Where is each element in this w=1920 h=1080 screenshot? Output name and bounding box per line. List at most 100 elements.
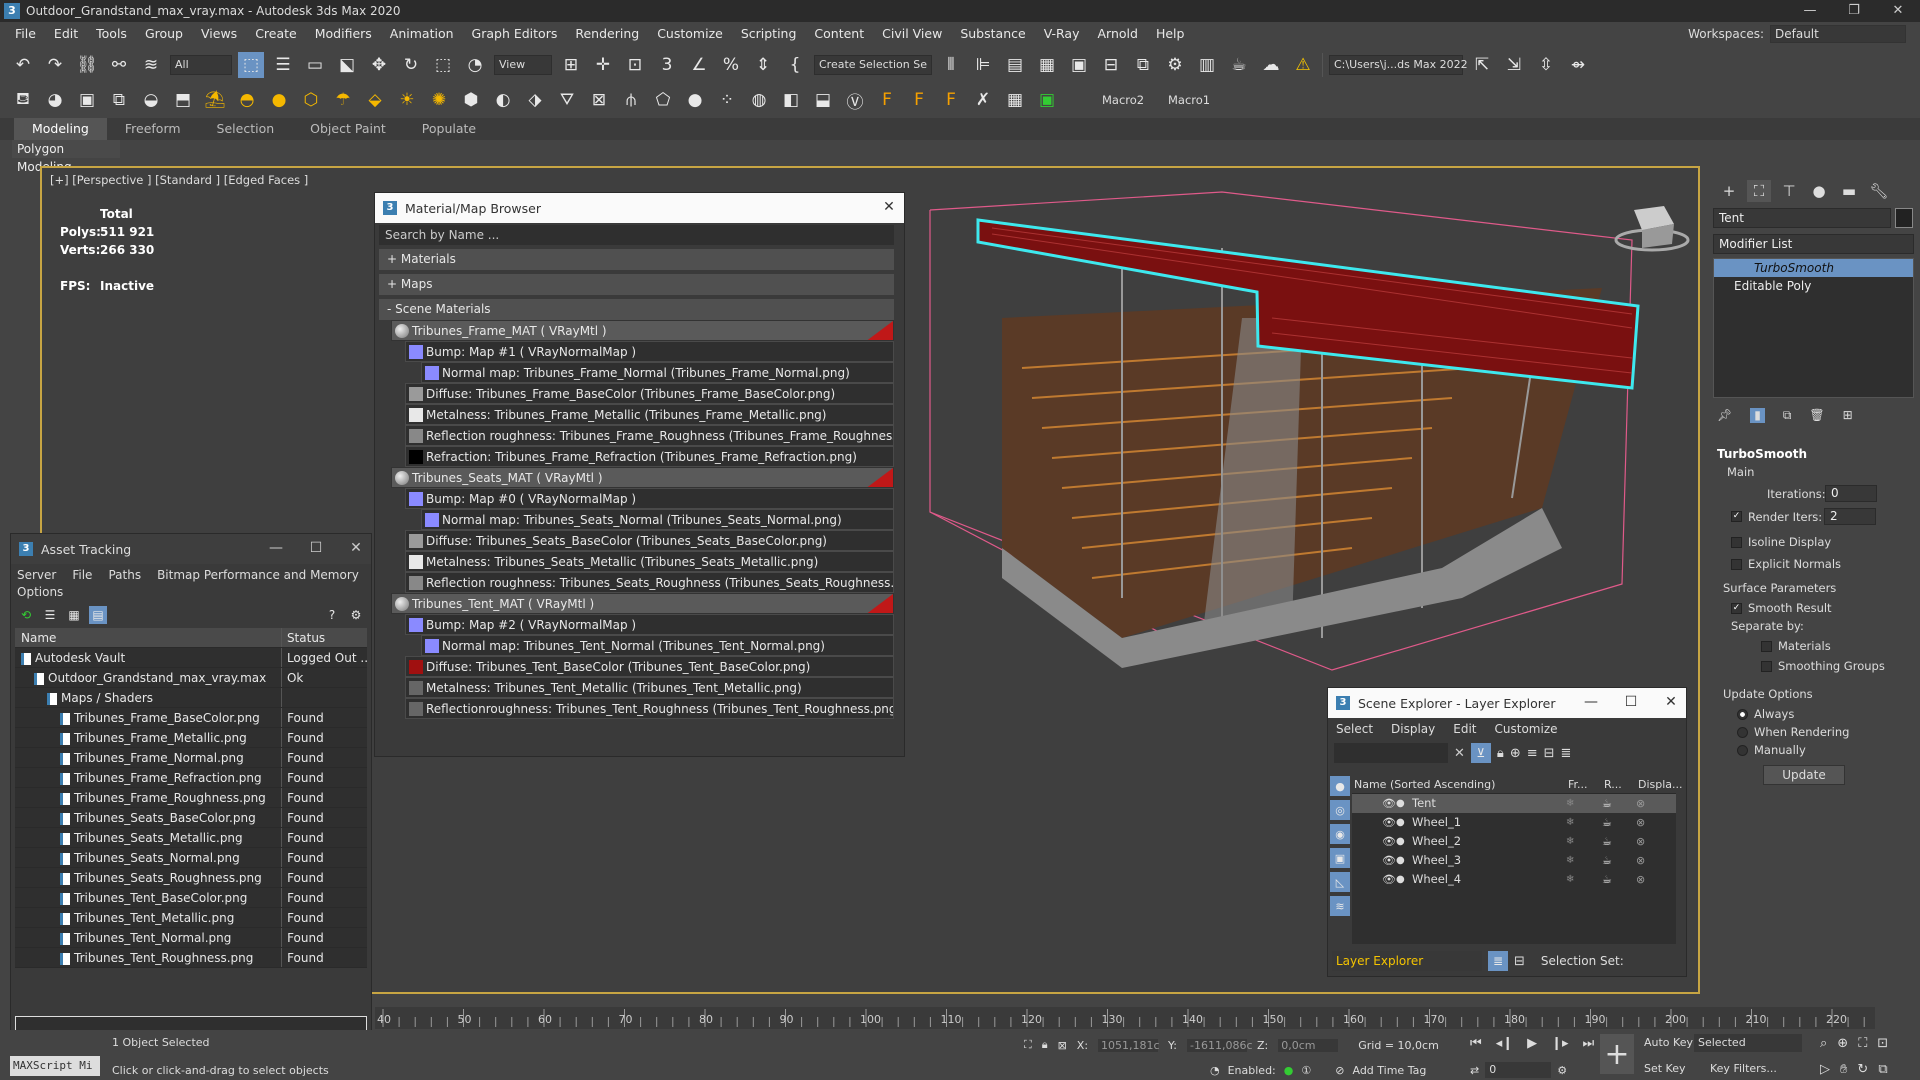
selected-dropdown[interactable]: Selected — [1694, 1034, 1802, 1052]
menu-item-views[interactable]: Views — [192, 22, 246, 46]
display-column-header[interactable]: Displa... — [1638, 776, 1683, 793]
maximize-icon[interactable]: ☐ — [1622, 694, 1640, 710]
table-row[interactable]: Tribunes_Tent_Normal.png Found — [15, 928, 367, 948]
viewport-label[interactable]: [+] [Perspective ] [Standard ] [Edged Fa… — [50, 173, 308, 187]
hierarchy-tab-icon[interactable]: ⊤ — [1777, 180, 1801, 202]
scene-row-wheel-2[interactable]: 👁︎ ● Wheel_2 ❄ ☕ ⊗ — [1352, 832, 1676, 851]
zoom-icon[interactable]: ⌕ — [1820, 1036, 1827, 1051]
section-maps[interactable]: + Maps — [379, 274, 894, 295]
ff-icon[interactable]: F — [938, 87, 964, 113]
turbosmooth-rollout-title[interactable]: TurboSmooth — [1717, 447, 1910, 461]
display-icon[interactable]: ⊗ — [1636, 832, 1660, 851]
make-unique-icon[interactable]: ⧉ — [1783, 408, 1792, 423]
freeze-icon[interactable]: ❄ — [1566, 870, 1602, 889]
render-dot-icon[interactable]: ● — [1396, 794, 1408, 813]
zoom-extents-all-icon[interactable]: ⊡ — [1877, 1036, 1888, 1051]
play-icon[interactable]: ▶ — [1527, 1036, 1537, 1051]
material-convert-icon[interactable]: ◧ — [778, 87, 804, 113]
goto-start-icon[interactable]: ⏮ — [1470, 1036, 1482, 1051]
table-row[interactable]: Tribunes_Frame_BaseColor.png Found — [15, 708, 367, 728]
plane-icon[interactable]: ⛛ — [554, 87, 580, 113]
menu-item-substance[interactable]: Substance — [951, 22, 1034, 46]
material-row[interactable]: Tribunes_Seats_MAT ( VRayMtl ) — [391, 467, 894, 488]
render-dot-icon[interactable]: ● — [1396, 870, 1408, 889]
visibility-eye-icon[interactable]: 👁︎ — [1382, 870, 1396, 889]
fs-icon[interactable]: F — [906, 87, 932, 113]
menu-item-graph-editors[interactable]: Graph Editors — [463, 22, 567, 46]
table-row[interactable]: Tribunes_Seats_Roughness.png Found — [15, 868, 367, 888]
link-icon[interactable]: ⛓ — [74, 52, 100, 78]
display-icon[interactable]: ⊗ — [1636, 813, 1660, 832]
menu-item-tools[interactable]: Tools — [87, 22, 136, 46]
map-row[interactable]: Normal map: Tribunes_Seats_Normal (Tribu… — [421, 509, 894, 530]
scene-menu-customize[interactable]: Customize — [1495, 722, 1558, 740]
select-manipulate-icon[interactable]: ✛ — [590, 52, 616, 78]
smooth-result-checkbox[interactable]: ✓ — [1731, 603, 1742, 614]
restore-button[interactable]: ❐ — [1832, 0, 1876, 22]
filter-icon[interactable]: ⊻ — [1470, 743, 1491, 763]
map-row[interactable]: Reflection roughness: Tribunes_Frame_Rou… — [405, 425, 894, 446]
curve-editor-icon[interactable]: ▣ — [1066, 52, 1092, 78]
freeze-icon[interactable]: ❄ — [1566, 832, 1602, 851]
render-setup-icon[interactable]: ⚙ — [1162, 52, 1188, 78]
window-crossing-icon[interactable]: ⬕ — [334, 52, 360, 78]
explicit-normals-checkbox[interactable] — [1731, 559, 1742, 570]
render-dot-icon[interactable]: ● — [1396, 813, 1408, 832]
scene-converter-icon[interactable]: ⬓ — [810, 87, 836, 113]
green-box-icon[interactable]: ▣ — [1034, 87, 1060, 113]
table-row[interactable]: Tribunes_Seats_Normal.png Found — [15, 848, 367, 868]
bind-spacewarp-icon[interactable]: ≋ — [138, 52, 164, 78]
field-of-view-icon[interactable]: ▷ — [1820, 1062, 1830, 1077]
snaps-icon[interactable]: 3 — [654, 52, 680, 78]
select-by-name-icon[interactable]: ☰ — [270, 52, 296, 78]
refresh-icon[interactable]: ⟲ — [17, 606, 35, 624]
object-name-field[interactable]: Tent — [1713, 208, 1891, 228]
menu-item-scripting[interactable]: Scripting — [732, 22, 806, 46]
grass-icon[interactable]: ⫛ — [618, 87, 644, 113]
display-spacewarps-icon[interactable]: ≋ — [1330, 896, 1350, 916]
pan-icon[interactable]: ✋︎ — [1840, 1062, 1847, 1077]
maxscript-listener[interactable]: MAXScript Mi — [10, 1056, 100, 1076]
asset-menu-server[interactable]: Server — [17, 568, 56, 582]
render-dot-icon[interactable]: ● — [1396, 832, 1408, 851]
menu-item-v-ray[interactable]: V-Ray — [1035, 22, 1089, 46]
spinner-snap-icon[interactable]: ⇕ — [750, 52, 776, 78]
table-row[interactable]: Tribunes_Tent_Metallic.png Found — [15, 908, 367, 928]
fur-icon[interactable]: ⬗ — [522, 87, 548, 113]
table-row[interactable]: Maps / Shaders — [15, 688, 367, 708]
table-row[interactable]: Tribunes_Seats_BaseColor.png Found — [15, 808, 367, 828]
table-row[interactable]: Autodesk Vault Logged Out ... — [15, 648, 367, 668]
render-iters-spinner[interactable]: 2 — [1824, 508, 1876, 525]
ambient-light-icon[interactable]: ✺ — [426, 87, 452, 113]
close-icon[interactable]: ✕ — [880, 199, 898, 215]
map-row[interactable]: Diffuse: Tribunes_Seats_BaseColor (Tribu… — [405, 530, 894, 551]
display-lights-icon[interactable]: ◉ — [1330, 824, 1350, 844]
layers-icon[interactable]: ≣ — [1561, 746, 1572, 761]
menu-item-edit[interactable]: Edit — [45, 22, 87, 46]
map-row[interactable]: Metalness: Tribunes_Frame_Metallic (Trib… — [405, 404, 894, 425]
display-icon[interactable]: ⊗ — [1636, 870, 1660, 889]
lock-icon[interactable]: 🔒︎ — [1497, 746, 1504, 761]
clear-icon[interactable]: ✕ — [1454, 746, 1465, 761]
edit-named-sets-icon[interactable]: { — [782, 52, 808, 78]
y-coordinate-field[interactable]: -1611,086c — [1187, 1038, 1253, 1052]
set-key-plus-icon[interactable]: + — [1600, 1034, 1634, 1074]
asset-menu-paths[interactable]: Paths — [108, 568, 141, 582]
render-iters-checkbox[interactable]: ✓ — [1731, 511, 1742, 522]
scene-row-wheel-1[interactable]: 👁︎ ● Wheel_1 ❄ ☕ ⊗ — [1352, 813, 1676, 832]
vray-copy-icon[interactable]: ⧉ — [106, 87, 132, 113]
place-icon[interactable]: ◔ — [462, 52, 488, 78]
add-layer-icon[interactable]: ⊕ — [1510, 746, 1521, 761]
scene-menu-select[interactable]: Select — [1336, 722, 1373, 740]
layer-stack-icon[interactable]: ≡ — [1527, 746, 1538, 761]
render-frame-icon[interactable]: ▥ — [1194, 52, 1220, 78]
renderable-icon[interactable]: ☕ — [1602, 794, 1636, 813]
map-row[interactable]: Normal map: Tribunes_Tent_Normal (Tribun… — [421, 635, 894, 656]
adaptive-degradation-icon[interactable]: ◔ — [1210, 1064, 1220, 1077]
freeze-icon[interactable]: ❄ — [1566, 794, 1602, 813]
ribbon-tab-modeling[interactable]: Modeling — [14, 118, 107, 140]
project-open-icon[interactable]: ⇳ — [1533, 52, 1559, 78]
freeze-column-header[interactable]: Fr... — [1568, 776, 1604, 793]
scene-row-tent[interactable]: 👁︎ ● Tent ❄ ☕ ⊗ — [1352, 794, 1676, 813]
rect-selection-icon[interactable]: ▭ — [302, 52, 328, 78]
